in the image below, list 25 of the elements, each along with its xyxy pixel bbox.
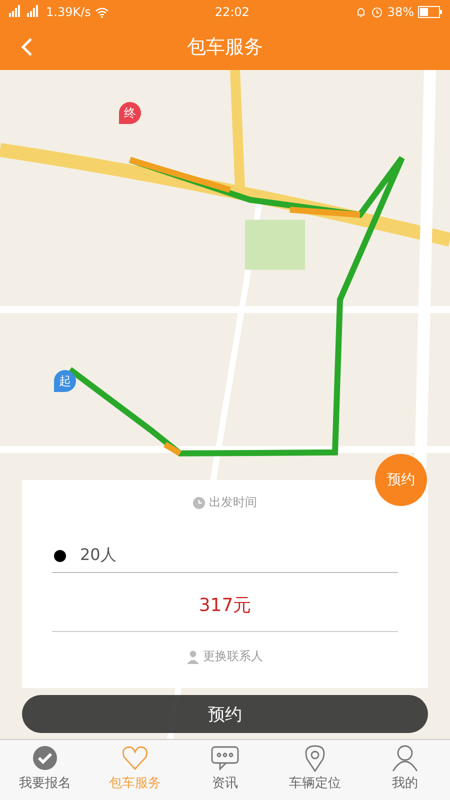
clock-icon	[193, 496, 205, 508]
price-text: 317元	[52, 573, 398, 632]
person-icon	[187, 650, 199, 664]
tab-item[interactable]: 我要报名	[0, 740, 90, 800]
chat-bubble-icon	[210, 744, 240, 772]
tab-item[interactable]: 我的	[360, 740, 450, 800]
page-title: 包车服务	[187, 35, 263, 60]
reserve-button[interactable]: 预约	[22, 695, 428, 733]
tab-item[interactable]: 车辆定位	[270, 740, 360, 800]
back-icon	[20, 37, 34, 57]
bell-icon	[355, 6, 368, 18]
alarm-clock-icon	[371, 6, 384, 18]
tab-item[interactable]: 资讯	[180, 740, 270, 800]
wifi-icon	[94, 6, 109, 18]
battery-icon	[418, 6, 442, 18]
heart-icon	[120, 744, 150, 772]
bullet-dot	[54, 550, 66, 562]
battery-percent: 38%	[387, 5, 414, 19]
departure-time-label[interactable]: 出发时间	[209, 494, 257, 511]
network-speed: 1.39K/s	[46, 5, 91, 19]
person-icon	[390, 744, 420, 772]
change-contact-link[interactable]: 更换联系人	[203, 648, 263, 665]
checkmark-circle-icon	[30, 744, 60, 772]
clock-time: 22:02	[214, 5, 250, 19]
passenger-count: 20人	[80, 545, 116, 566]
